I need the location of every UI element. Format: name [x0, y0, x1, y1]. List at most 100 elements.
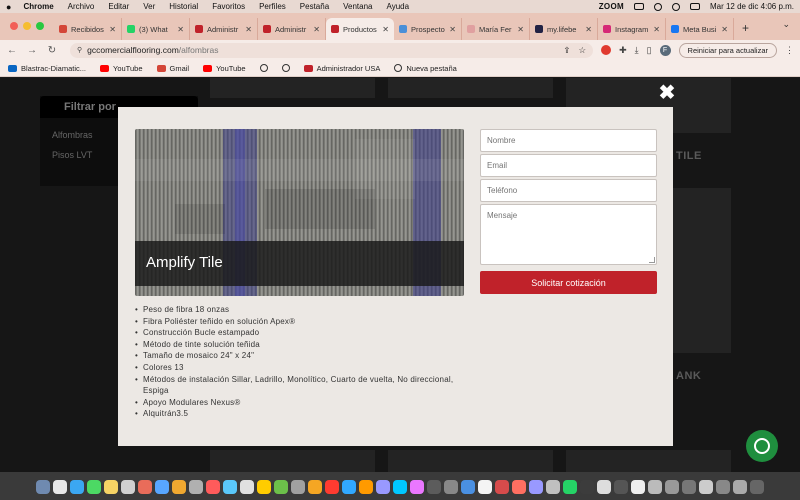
tab-close-icon[interactable]: ✕ — [721, 25, 728, 34]
email-field[interactable] — [480, 154, 657, 177]
share-icon[interactable]: ⇪ — [563, 45, 570, 56]
bookmark-item[interactable]: Nueva pestaña — [394, 64, 457, 73]
forward-button[interactable]: → — [26, 45, 38, 56]
menu-perfiles[interactable]: Perfiles — [259, 2, 286, 11]
dock-app-icon[interactable] — [614, 480, 628, 494]
bookmark-star-icon[interactable]: ☆ — [578, 45, 586, 56]
browser-tab[interactable]: Instagram ✕ — [598, 18, 666, 40]
dock-app-icon[interactable] — [733, 480, 747, 494]
dock-app-icon[interactable] — [206, 480, 220, 494]
bookmark-item[interactable]: YouTube — [100, 64, 143, 73]
maximize-window-button[interactable] — [36, 22, 44, 30]
tab-close-icon[interactable]: ✕ — [382, 25, 389, 34]
tab-close-icon[interactable]: ✕ — [653, 25, 660, 34]
dock-app-icon[interactable] — [104, 480, 118, 494]
search-icon[interactable] — [671, 2, 680, 11]
profile-avatar[interactable]: F — [659, 44, 671, 56]
side-panel-icon[interactable]: ▯ — [647, 45, 652, 56]
dock-app-icon[interactable] — [308, 480, 322, 494]
dock-app-icon[interactable] — [512, 480, 526, 494]
extensions-puzzle-icon[interactable]: ✚ — [619, 45, 627, 56]
dock-app-icon[interactable] — [121, 480, 135, 494]
dock-app-icon[interactable] — [546, 480, 560, 494]
dock-app-icon[interactable] — [359, 480, 373, 494]
bookmark-item[interactable] — [281, 64, 290, 72]
dock-app-icon[interactable] — [461, 480, 475, 494]
menu-favoritos[interactable]: Favoritos — [212, 2, 245, 11]
whatsapp-button[interactable] — [746, 430, 778, 462]
dock-app-icon[interactable] — [393, 480, 407, 494]
close-window-button[interactable] — [10, 22, 18, 30]
dock-app-icon[interactable] — [563, 480, 577, 494]
dock-app-icon[interactable] — [410, 480, 424, 494]
browser-tab[interactable]: Prospecto ✕ — [394, 18, 462, 40]
dock-app-icon[interactable] — [580, 480, 594, 494]
dock-app-icon[interactable] — [36, 480, 50, 494]
dock-app-icon[interactable] — [665, 480, 679, 494]
bookmark-item[interactable]: YouTube — [203, 64, 246, 73]
dock-app-icon[interactable] — [631, 480, 645, 494]
dock-app-icon[interactable] — [682, 480, 696, 494]
menu-archivo[interactable]: Archivo — [68, 2, 95, 11]
filter-link-lvt[interactable]: Pisos LVT — [52, 150, 92, 160]
dock-app-icon[interactable] — [376, 480, 390, 494]
restart-update-button[interactable]: Reiniciar para actualizar — [678, 42, 777, 58]
menu-ver[interactable]: Ver — [143, 2, 155, 11]
bookmark-item[interactable]: Gmail — [156, 64, 189, 73]
dock-app-icon[interactable] — [529, 480, 543, 494]
menu-ventana[interactable]: Ventana — [343, 2, 372, 11]
menu-editar[interactable]: Editar — [108, 2, 129, 11]
request-quote-button[interactable]: Solicitar cotización — [480, 271, 657, 294]
dock-app-icon[interactable] — [70, 480, 84, 494]
back-button[interactable]: ← — [6, 45, 18, 56]
menu-pestana[interactable]: Pestaña — [300, 2, 329, 11]
video-icon[interactable] — [633, 3, 644, 10]
textarea-resize-handle[interactable] — [649, 257, 655, 263]
dock-app-icon[interactable] — [223, 480, 237, 494]
browser-tab[interactable]: my.lifebe ✕ — [530, 18, 598, 40]
dock-app-icon[interactable] — [138, 480, 152, 494]
dock-app-icon[interactable] — [291, 480, 305, 494]
bookmark-item[interactable]: Administrador USA — [303, 64, 380, 73]
browser-tab[interactable]: Administr ✕ — [258, 18, 326, 40]
browser-tab[interactable]: Meta Busi ✕ — [666, 18, 734, 40]
dock-app-icon[interactable] — [648, 480, 662, 494]
dock-app-icon[interactable] — [53, 480, 67, 494]
name-field[interactable] — [480, 129, 657, 152]
tab-close-icon[interactable]: ✕ — [109, 25, 116, 34]
dock-app-icon[interactable] — [427, 480, 441, 494]
dock-app-icon[interactable] — [155, 480, 169, 494]
tab-close-icon[interactable]: ✕ — [313, 25, 320, 34]
address-bar[interactable]: ⚲ gccomercialflooring.com/alfombras ⇪ ☆ — [70, 42, 594, 58]
tab-close-icon[interactable]: ✕ — [245, 25, 252, 34]
dock-app-icon[interactable] — [189, 480, 203, 494]
dock-app-icon[interactable] — [597, 480, 611, 494]
dock-app-icon[interactable] — [495, 480, 509, 494]
dock-app-icon[interactable] — [478, 480, 492, 494]
minimize-window-button[interactable] — [23, 22, 31, 30]
menubar-clock[interactable]: Mar 12 de dic 4:06 p.m. — [710, 2, 794, 11]
browser-tab[interactable]: María Fer ✕ — [462, 18, 530, 40]
tab-close-icon[interactable]: ✕ — [177, 25, 184, 34]
control-center-icon[interactable] — [689, 3, 700, 10]
phone-field[interactable] — [480, 179, 657, 202]
site-info-icon[interactable]: ⚲ — [77, 46, 82, 54]
zoom-status[interactable]: ZOOM — [599, 2, 624, 11]
dock-app-icon[interactable] — [240, 480, 254, 494]
dock-app-icon[interactable] — [699, 480, 713, 494]
extension-opera-icon[interactable] — [601, 45, 612, 55]
tab-close-icon[interactable]: ✕ — [517, 25, 524, 34]
bookmark-item[interactable]: Blastrac-Diamatic... — [8, 64, 86, 73]
menu-ayuda[interactable]: Ayuda — [387, 2, 410, 11]
browser-tab[interactable]: Productos ✕ — [326, 18, 394, 40]
download-icon[interactable]: ⤓ — [635, 45, 639, 56]
chrome-menu-icon[interactable]: ⋮ — [785, 45, 794, 56]
bookmark-item[interactable] — [259, 64, 268, 72]
browser-tab[interactable]: (3) What ✕ — [122, 18, 190, 40]
tab-close-icon[interactable]: ✕ — [585, 25, 592, 34]
new-tab-button[interactable]: + — [734, 21, 757, 40]
tab-search-icon[interactable]: ⌄ — [782, 19, 790, 30]
menu-historial[interactable]: Historial — [169, 2, 198, 11]
wifi-icon[interactable] — [653, 2, 662, 11]
reload-button[interactable]: ↻ — [46, 45, 58, 56]
